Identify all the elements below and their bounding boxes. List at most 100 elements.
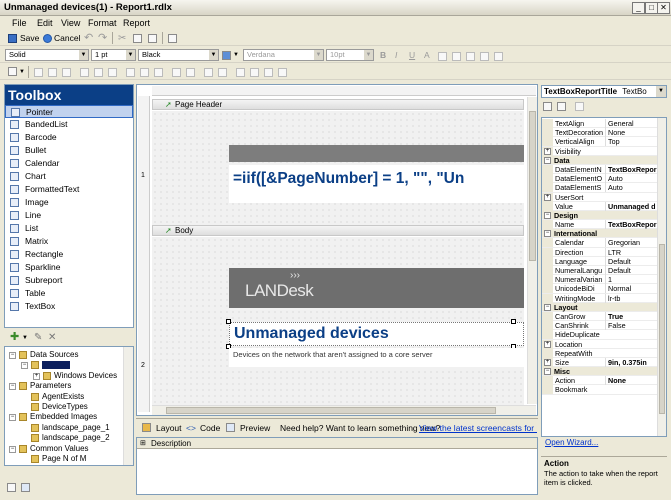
- property-value[interactable]: False: [605, 321, 659, 331]
- toolbox-item-pointer[interactable]: Pointer: [5, 105, 133, 118]
- property-value[interactable]: 9in, 0.375in: [605, 357, 659, 367]
- expand-icon[interactable]: +: [544, 358, 551, 366]
- resize-handle[interactable]: [511, 319, 516, 324]
- expand-icon[interactable]: +: [544, 340, 551, 348]
- property-row[interactable]: CanShrink False: [542, 321, 666, 331]
- property-row[interactable]: CanGrow True: [542, 311, 666, 322]
- same-height-icon[interactable]: [140, 68, 149, 77]
- property-category[interactable]: − Data: [542, 155, 666, 165]
- property-row[interactable]: RepeatWith: [542, 348, 666, 358]
- menu-edit[interactable]: Edit: [37, 18, 53, 28]
- align-middles-icon[interactable]: [94, 68, 103, 77]
- property-value[interactable]: 1: [605, 275, 659, 285]
- tree-node[interactable]: AgentExists: [5, 392, 133, 402]
- cancel-button[interactable]: Cancel: [54, 32, 80, 45]
- property-row[interactable]: Bookmark: [542, 385, 666, 395]
- expand-icon[interactable]: +: [544, 193, 551, 201]
- border-icon[interactable]: [222, 51, 231, 60]
- property-value[interactable]: Default: [605, 266, 659, 275]
- toolbox-item-rectangle[interactable]: Rectangle: [5, 248, 133, 261]
- categorized-icon[interactable]: [543, 102, 552, 111]
- bold-button[interactable]: B: [380, 49, 386, 62]
- tree-node[interactable]: Page N of M: [5, 454, 133, 464]
- font-size-select[interactable]: 10pt ▼: [326, 49, 374, 61]
- menu-view[interactable]: View: [61, 18, 80, 28]
- property-scrollbar[interactable]: [657, 118, 666, 436]
- redo-icon[interactable]: ↷: [98, 32, 107, 45]
- property-value[interactable]: Auto: [605, 183, 659, 193]
- expand-icon[interactable]: −: [544, 368, 551, 376]
- property-row[interactable]: + Size 9in, 0.375in: [542, 357, 666, 368]
- snap-icon[interactable]: [250, 68, 259, 77]
- property-row[interactable]: NumeralVarian 1: [542, 275, 666, 285]
- align-top-icon[interactable]: [494, 52, 503, 61]
- property-row[interactable]: DataElementS Auto: [542, 183, 666, 193]
- toolbox-item-list[interactable]: List: [5, 222, 133, 235]
- line-width-select[interactable]: 1 pt ▼: [91, 49, 136, 61]
- designer-hscroll[interactable]: [152, 405, 536, 415]
- expand-icon[interactable]: +: [544, 147, 551, 155]
- tab-preview[interactable]: Preview: [240, 423, 270, 433]
- property-row[interactable]: DataElementO Auto: [542, 174, 666, 184]
- property-value[interactable]: None: [605, 376, 659, 386]
- align-lefts-icon[interactable]: [34, 68, 43, 77]
- tree-toggle-icon[interactable]: −: [9, 383, 16, 391]
- fields-tab-icon[interactable]: [21, 483, 30, 492]
- toolbox-item-matrix[interactable]: Matrix: [5, 235, 133, 248]
- tree-toggle-icon[interactable]: +: [33, 372, 40, 380]
- tree-node[interactable]: landscape_page_1: [5, 423, 133, 433]
- italic-button[interactable]: I: [395, 49, 397, 62]
- property-row[interactable]: Calendar Gregorian: [542, 238, 666, 248]
- property-row[interactable]: + UserSort: [542, 192, 666, 202]
- body-canvas[interactable]: [152, 237, 524, 405]
- grid-icon[interactable]: [236, 68, 245, 77]
- vscroll-thumb[interactable]: [529, 111, 536, 261]
- toolbox-item-bullet[interactable]: Bullet: [5, 144, 133, 157]
- property-category[interactable]: − Design: [542, 210, 666, 221]
- v-spacing-icon[interactable]: [186, 68, 195, 77]
- toolbox-item-bandedlist[interactable]: BandedList: [5, 118, 133, 131]
- tab-code[interactable]: Code: [200, 423, 220, 433]
- property-row[interactable]: TextDecoration None: [542, 128, 666, 138]
- property-value[interactable]: General: [605, 119, 659, 128]
- tree-node[interactable]: DeviceTypes: [5, 402, 133, 412]
- tree-node[interactable]: landscape_page_2: [5, 433, 133, 443]
- bring-front-icon[interactable]: [204, 68, 213, 77]
- delete-icon[interactable]: ✕: [48, 331, 56, 344]
- layers-icon[interactable]: [168, 34, 177, 43]
- property-row[interactable]: Language Default: [542, 256, 666, 266]
- tree-node[interactable]: + Windows Devices: [5, 371, 133, 381]
- alphabetical-icon[interactable]: [557, 102, 566, 111]
- align-left-icon[interactable]: [438, 52, 447, 61]
- add-dropdown-icon[interactable]: ▼: [22, 332, 28, 345]
- tree-node[interactable]: − Data Sources: [5, 350, 133, 360]
- toolbox-item-line[interactable]: Line: [5, 209, 133, 222]
- property-value[interactable]: TextBoxRepor: [605, 164, 659, 174]
- property-row[interactable]: NumeralLangu Default: [542, 266, 666, 276]
- align-rights-icon[interactable]: [62, 68, 71, 77]
- expand-icon[interactable]: −: [544, 303, 551, 311]
- close-button[interactable]: ✕: [657, 2, 670, 14]
- font-color-button[interactable]: A: [424, 49, 430, 62]
- align-tops-icon[interactable]: [80, 68, 89, 77]
- underline-button[interactable]: U: [409, 49, 415, 62]
- align-centers-icon[interactable]: [48, 68, 57, 77]
- property-row[interactable]: + Visibility: [542, 146, 666, 156]
- expand-icon[interactable]: −: [544, 230, 551, 238]
- property-value[interactable]: TextBoxRepor: [605, 220, 659, 230]
- open-wizard-link[interactable]: Open Wizard...: [545, 438, 598, 447]
- explorer-tab-icon[interactable]: [7, 483, 16, 492]
- property-category[interactable]: − Layout: [542, 302, 666, 312]
- property-row[interactable]: Direction LTR: [542, 247, 666, 257]
- send-back-icon[interactable]: [218, 68, 227, 77]
- property-row[interactable]: HideDuplicate: [542, 330, 666, 340]
- align-bottoms-icon[interactable]: [108, 68, 117, 77]
- h-spacing-icon[interactable]: [172, 68, 181, 77]
- property-row[interactable]: Name TextBoxRepor: [542, 220, 666, 230]
- tree-toggle-icon[interactable]: −: [9, 414, 16, 422]
- hscroll-thumb[interactable]: [166, 407, 496, 414]
- toolbox-item-textbox[interactable]: TextBox: [5, 300, 133, 313]
- property-row[interactable]: TextAlign General: [542, 119, 666, 129]
- minimize-button[interactable]: _: [632, 2, 645, 14]
- menu-file[interactable]: File: [12, 18, 27, 28]
